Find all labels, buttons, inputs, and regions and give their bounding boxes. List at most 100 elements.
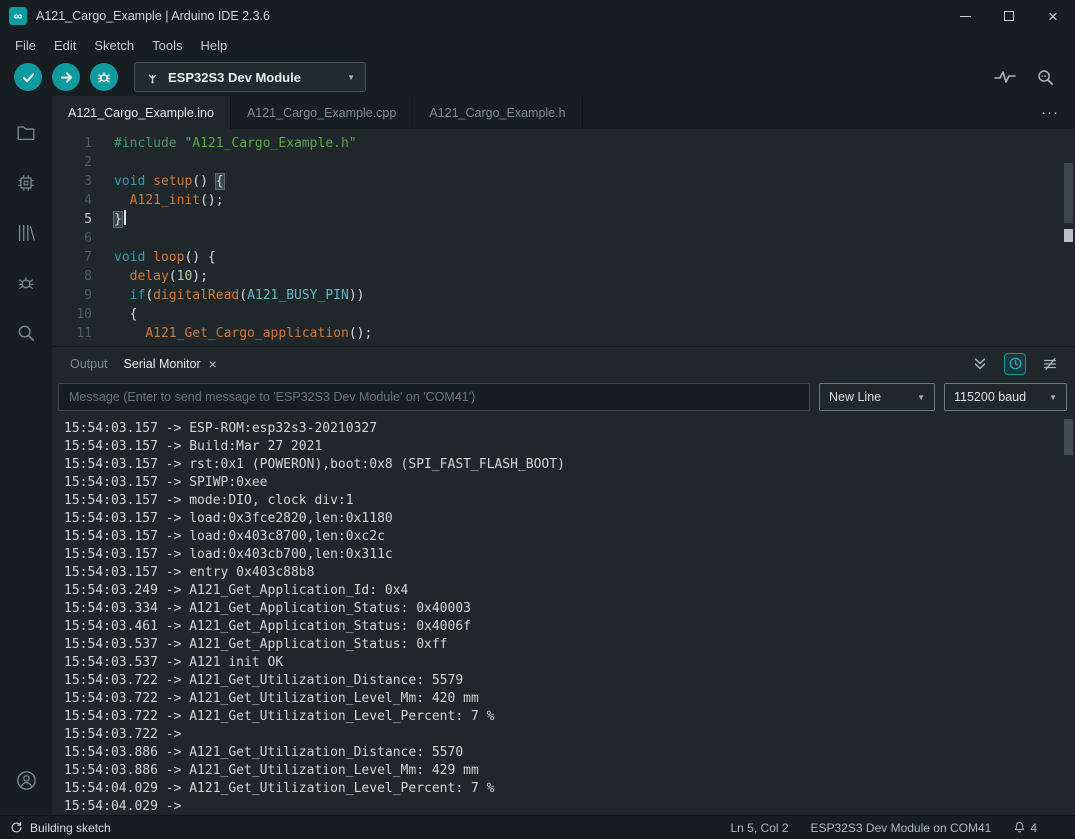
serial-line: 15:54:03.157 -> load:0x403cb700,len:0x31…	[64, 546, 1075, 564]
editor-scrollbar-thumb[interactable]	[1064, 163, 1073, 223]
sidebar-item-boards-manager[interactable]	[0, 158, 52, 208]
editor-tab-A121_Cargo_Example.ino[interactable]: A121_Cargo_Example.ino	[52, 96, 231, 129]
code-token: 10	[177, 269, 193, 284]
editor-overview-cursor-marker	[1064, 229, 1073, 242]
arduino-logo-icon: ∞	[9, 7, 27, 25]
code-token: {	[216, 174, 224, 189]
serial-line: 15:54:03.886 -> A121_Get_Utilization_Lev…	[64, 762, 1075, 780]
toggle-timestamp-icon[interactable]	[1004, 353, 1026, 375]
tab-output[interactable]: Output	[62, 357, 116, 371]
code-line[interactable]: 8 delay(10);	[52, 267, 1075, 286]
serial-output-lines: 15:54:03.157 -> ESP-ROM:esp32s3-20210327…	[64, 420, 1075, 815]
serial-line: 15:54:03.334 -> A121_Get_Application_Sta…	[64, 600, 1075, 618]
sidebar-item-debug[interactable]	[0, 258, 52, 308]
code-token: ))	[349, 288, 365, 303]
line-number: 7	[52, 248, 114, 267]
serial-message-input[interactable]	[58, 383, 810, 411]
tab-more-actions-button[interactable]: ···	[1041, 96, 1075, 129]
code-token: (	[169, 269, 177, 284]
serial-line: 15:54:03.722 -> A121_Get_Utilization_Dis…	[64, 672, 1075, 690]
serial-line: 15:54:03.157 -> load:0x403c8700,len:0xc2…	[64, 528, 1075, 546]
board-selector-dropdown[interactable]: ESP32S3 Dev Module ▼	[134, 62, 366, 92]
code-line[interactable]: 4 A121_init();	[52, 191, 1075, 210]
code-line[interactable]: 7void loop() {	[52, 248, 1075, 267]
code-line[interactable]: 9 if(digitalRead(A121_BUSY_PIN))	[52, 286, 1075, 305]
menu-item-help[interactable]: Help	[191, 35, 236, 56]
line-ending-dropdown[interactable]: New Line ▼	[819, 383, 935, 411]
cursor-position[interactable]: Ln 5, Col 2	[731, 821, 789, 835]
sidebar-item-account[interactable]	[0, 755, 52, 805]
chevron-down-icon: ▼	[347, 73, 355, 82]
serial-line: 15:54:03.886 -> A121_Get_Utilization_Dis…	[64, 744, 1075, 762]
code-line[interactable]: 11 A121_Get_Cargo_application();	[52, 324, 1075, 343]
panel-header: Output Serial Monitor ×	[52, 347, 1075, 380]
minimize-button[interactable]	[943, 0, 987, 32]
serial-monitor-close-icon[interactable]: ×	[209, 357, 217, 371]
serial-monitor-icon[interactable]	[1036, 68, 1055, 87]
sidebar-item-library-manager[interactable]	[0, 208, 52, 258]
serial-line: 15:54:03.722 ->	[64, 726, 1075, 744]
code-text: {	[114, 307, 137, 322]
board-selector-label: ESP32S3 Dev Module	[168, 70, 339, 85]
menu-item-file[interactable]: File	[6, 35, 45, 56]
editor-tab-A121_Cargo_Example.cpp[interactable]: A121_Cargo_Example.cpp	[231, 96, 413, 129]
menu-item-sketch[interactable]: Sketch	[85, 35, 143, 56]
chip-icon	[15, 172, 37, 194]
code-token	[114, 326, 145, 341]
menu-item-tools[interactable]: Tools	[143, 35, 191, 56]
menu-item-edit[interactable]: Edit	[45, 35, 85, 56]
line-ending-value: New Line	[829, 390, 907, 404]
code-token: delay	[130, 269, 169, 284]
code-line[interactable]: 5}	[52, 210, 1075, 229]
line-number: 2	[52, 153, 114, 172]
code-token: (	[145, 288, 153, 303]
tab-serial-monitor[interactable]: Serial Monitor ×	[116, 357, 225, 371]
serial-line: 15:54:03.157 -> rst:0x1 (POWERON),boot:0…	[64, 456, 1075, 474]
code-line[interactable]: 2	[52, 153, 1075, 172]
code-token: ();	[200, 193, 223, 208]
code-line[interactable]: 10 {	[52, 305, 1075, 324]
code-line[interactable]: 3void setup() {	[52, 172, 1075, 191]
code-token	[145, 174, 153, 189]
code-token	[145, 250, 153, 265]
serial-line: 15:54:03.722 -> A121_Get_Utilization_Lev…	[64, 708, 1075, 726]
serial-plotter-icon[interactable]	[994, 69, 1016, 85]
code-text: A121_init();	[114, 193, 224, 208]
debug-bug-icon	[15, 272, 37, 294]
serial-line: 15:54:03.461 -> A121_Get_Application_Sta…	[64, 618, 1075, 636]
upload-button[interactable]	[52, 63, 80, 91]
toolbar-right-icons	[994, 68, 1075, 87]
code-line[interactable]: 1#include "A121_Cargo_Example.h"	[52, 134, 1075, 153]
code-text: delay(10);	[114, 269, 208, 284]
code-token: loop	[153, 250, 184, 265]
code-line[interactable]: 6	[52, 229, 1075, 248]
code-token: ();	[349, 326, 372, 341]
code-token	[124, 210, 126, 225]
sidebar-item-search[interactable]	[0, 308, 52, 358]
books-icon	[15, 222, 37, 244]
serial-scrollbar-thumb[interactable]	[1064, 419, 1073, 455]
serial-output[interactable]: 15:54:03.157 -> ESP-ROM:esp32s3-20210327…	[52, 414, 1075, 815]
code-token: A121_init	[130, 193, 200, 208]
board-port-status[interactable]: ESP32S3 Dev Module on COM41	[811, 821, 992, 835]
clear-output-icon[interactable]	[1039, 353, 1061, 375]
code-token: void	[114, 174, 145, 189]
serial-line: 15:54:03.157 -> mode:DIO, clock div:1	[64, 492, 1075, 510]
baud-rate-dropdown[interactable]: 115200 baud ▼	[944, 383, 1067, 411]
serial-line: 15:54:04.029 -> A121_Get_Utilization_Lev…	[64, 780, 1075, 798]
line-number: 8	[52, 267, 114, 286]
line-number: 4	[52, 191, 114, 210]
close-button[interactable]: ×	[1031, 0, 1075, 32]
toolbar: ESP32S3 Dev Module ▼	[0, 58, 1075, 96]
code-area: 1#include "A121_Cargo_Example.h"23void s…	[52, 134, 1075, 343]
editor-tab-A121_Cargo_Example.h[interactable]: A121_Cargo_Example.h	[413, 96, 582, 129]
sidebar-item-sketchbook[interactable]	[0, 108, 52, 158]
maximize-button[interactable]	[987, 0, 1031, 32]
verify-button[interactable]	[14, 63, 42, 91]
collapse-panel-icon[interactable]	[969, 353, 991, 375]
editor-tabs: A121_Cargo_Example.inoA121_Cargo_Example…	[52, 96, 583, 129]
notifications[interactable]: 4	[1013, 821, 1037, 835]
code-editor[interactable]: 1#include "A121_Cargo_Example.h"23void s…	[52, 129, 1075, 346]
code-token: () {	[184, 250, 215, 265]
debug-button[interactable]	[90, 63, 118, 91]
